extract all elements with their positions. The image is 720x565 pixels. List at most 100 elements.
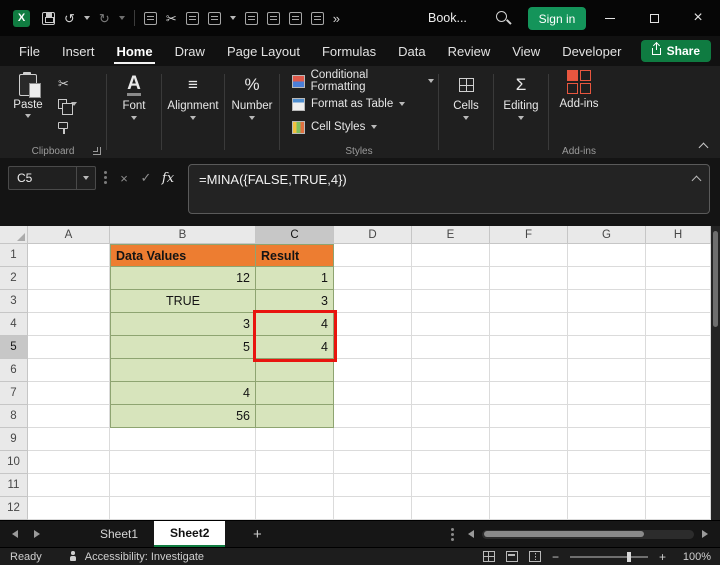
zoom-level[interactable]: 100%	[677, 551, 711, 563]
format-painter-dropdown-icon[interactable]	[230, 16, 236, 20]
cell-E11[interactable]	[412, 474, 490, 497]
cell-E2[interactable]	[412, 267, 490, 290]
clipboard-icon[interactable]	[186, 12, 199, 25]
menu-tab-formulas[interactable]: Formulas	[311, 36, 387, 66]
cell-A1[interactable]	[28, 244, 110, 267]
vertical-scrollbar[interactable]	[711, 226, 720, 520]
select-all-corner[interactable]	[0, 226, 28, 244]
addins-icon[interactable]	[567, 70, 591, 94]
column-header-F[interactable]: F	[490, 226, 568, 244]
cell-B2[interactable]: 12	[110, 267, 256, 290]
column-header-C[interactable]: C	[256, 226, 334, 244]
cell-H2[interactable]	[646, 267, 711, 290]
cell-A6[interactable]	[28, 359, 110, 382]
cell-B9[interactable]	[110, 428, 256, 451]
cell-D6[interactable]	[334, 359, 412, 382]
cell-G9[interactable]	[568, 428, 646, 451]
cell-D7[interactable]	[334, 382, 412, 405]
formula-bar-drag-handle[interactable]	[104, 171, 107, 174]
cell-F3[interactable]	[490, 290, 568, 313]
cell-D3[interactable]	[334, 290, 412, 313]
column-header-E[interactable]: E	[412, 226, 490, 244]
cell-D1[interactable]	[334, 244, 412, 267]
row-header-4[interactable]: 4	[0, 313, 28, 336]
cell-E10[interactable]	[412, 451, 490, 474]
cut-button[interactable]: ✂	[58, 76, 77, 90]
cell-A12[interactable]	[28, 497, 110, 520]
cell-F12[interactable]	[490, 497, 568, 520]
cell-E6[interactable]	[412, 359, 490, 382]
zoom-slider[interactable]	[570, 556, 648, 558]
cell-B8[interactable]: 56	[110, 405, 256, 428]
cell-styles-button[interactable]: Cell Styles	[284, 117, 434, 137]
cell-B1[interactable]: Data Values	[110, 244, 256, 267]
column-header-G[interactable]: G	[568, 226, 646, 244]
menu-tab-view[interactable]: View	[501, 36, 551, 66]
zoom-slider-thumb[interactable]	[627, 552, 631, 562]
next-sheet-icon[interactable]	[34, 530, 40, 538]
sign-in-button[interactable]: Sign in	[528, 7, 586, 30]
cell-D11[interactable]	[334, 474, 412, 497]
cell-D9[interactable]	[334, 428, 412, 451]
excel-logo-icon[interactable]: X	[13, 10, 30, 27]
menu-tab-home[interactable]: Home	[105, 36, 163, 66]
cell-A7[interactable]	[28, 382, 110, 405]
cell-E7[interactable]	[412, 382, 490, 405]
addins-button-label[interactable]: Add-ins	[560, 98, 599, 110]
collapse-ribbon-icon[interactable]	[699, 143, 709, 153]
row-header-6[interactable]: 6	[0, 359, 28, 382]
cell-G12[interactable]	[568, 497, 646, 520]
cell-H11[interactable]	[646, 474, 711, 497]
page-layout-view-icon[interactable]	[506, 551, 518, 562]
cell-G6[interactable]	[568, 359, 646, 382]
row-header-9[interactable]: 9	[0, 428, 28, 451]
maximize-button[interactable]	[632, 0, 676, 36]
row-header-2[interactable]: 2	[0, 267, 28, 290]
vertical-scrollbar-thumb[interactable]	[713, 231, 718, 327]
cell-A3[interactable]	[28, 290, 110, 313]
paste-dropdown-icon[interactable]	[25, 114, 31, 118]
undo-dropdown-icon[interactable]	[84, 16, 90, 20]
sheet-options-icon[interactable]	[451, 533, 454, 536]
font-dropdown-icon[interactable]	[131, 116, 137, 120]
cell-B7[interactable]: 4	[110, 382, 256, 405]
alignment-group-button[interactable]: ≡ Alignment	[162, 66, 224, 158]
cell-A8[interactable]	[28, 405, 110, 428]
cell-C10[interactable]	[256, 451, 334, 474]
cell-G8[interactable]	[568, 405, 646, 428]
cell-E3[interactable]	[412, 290, 490, 313]
cut-icon[interactable]: ✂	[166, 12, 177, 25]
cell-D8[interactable]	[334, 405, 412, 428]
cell-C9[interactable]	[256, 428, 334, 451]
cell-G2[interactable]	[568, 267, 646, 290]
redo-icon[interactable]: ↻	[99, 12, 110, 25]
cell-G10[interactable]	[568, 451, 646, 474]
cell-F10[interactable]	[490, 451, 568, 474]
menu-tab-file[interactable]: File	[8, 36, 51, 66]
menu-tab-developer[interactable]: Developer	[551, 36, 632, 66]
page-break-view-icon[interactable]	[529, 551, 541, 562]
cell-H9[interactable]	[646, 428, 711, 451]
cell-D2[interactable]	[334, 267, 412, 290]
cell-E12[interactable]	[412, 497, 490, 520]
sheet-tab-sheet1[interactable]: Sheet1	[84, 521, 154, 547]
cell-A11[interactable]	[28, 474, 110, 497]
redo-dropdown-icon[interactable]	[119, 16, 125, 20]
undo-icon[interactable]: ↺	[64, 12, 75, 25]
cell-A5[interactable]	[28, 336, 110, 359]
search-icon[interactable]	[496, 11, 507, 22]
normal-view-icon[interactable]	[483, 551, 495, 562]
cell-G1[interactable]	[568, 244, 646, 267]
scroll-left-icon[interactable]	[468, 530, 474, 538]
menu-tab-data[interactable]: Data	[387, 36, 436, 66]
enter-button[interactable]: ✓	[136, 166, 156, 190]
scroll-right-icon[interactable]	[702, 530, 708, 538]
link-icon[interactable]	[267, 12, 280, 25]
number-group-button[interactable]: % Number	[225, 66, 279, 158]
cell-C7[interactable]	[256, 382, 334, 405]
copy-button[interactable]	[58, 97, 77, 111]
cell-H5[interactable]	[646, 336, 711, 359]
cell-C8[interactable]	[256, 405, 334, 428]
horizontal-scrollbar-thumb[interactable]	[484, 531, 644, 537]
cell-F9[interactable]	[490, 428, 568, 451]
